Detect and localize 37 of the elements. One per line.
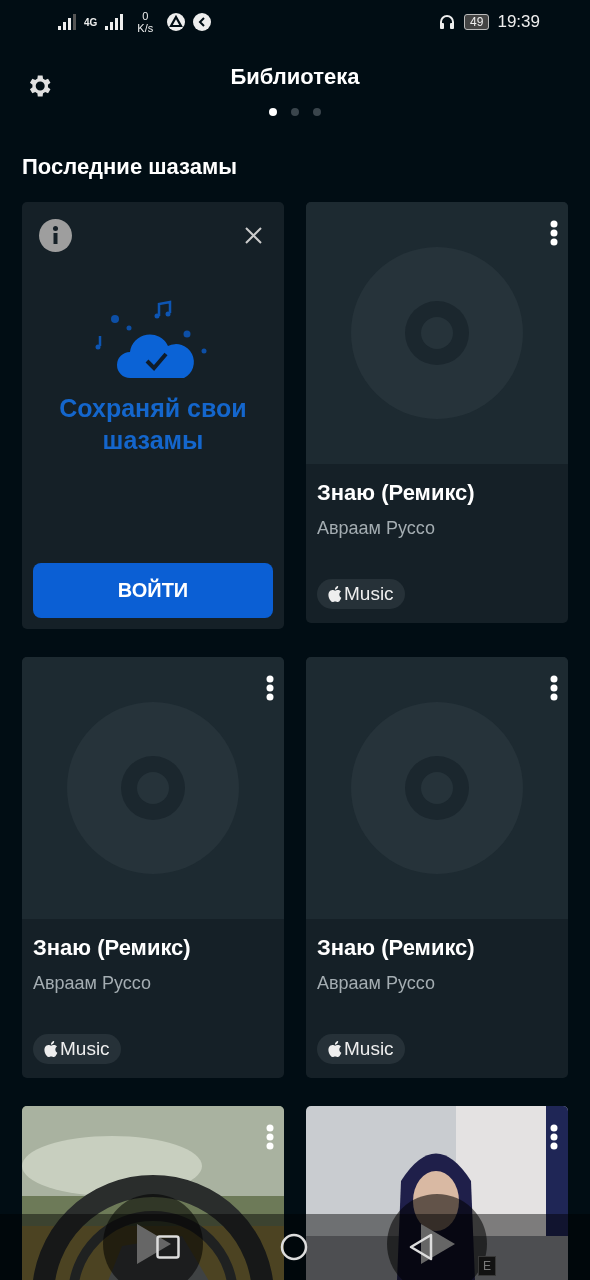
more-icon[interactable] bbox=[550, 220, 558, 246]
apple-icon bbox=[43, 1040, 58, 1058]
network-type: 4G bbox=[84, 16, 98, 28]
close-icon[interactable] bbox=[245, 227, 262, 244]
track-card[interactable]: Знаю (Ремикс) Авраам Руссо Music bbox=[306, 657, 568, 1078]
apple-music-badge[interactable]: Music bbox=[317, 1034, 405, 1064]
track-artist: Авраам Руссо bbox=[317, 518, 436, 539]
track-artist: Авраам Руссо bbox=[33, 973, 152, 994]
recents-icon[interactable] bbox=[156, 1235, 180, 1259]
speed-value: 0 bbox=[142, 10, 149, 22]
clock: 19:39 bbox=[497, 12, 540, 32]
back-icon[interactable] bbox=[408, 1233, 434, 1261]
signal-icon bbox=[58, 14, 76, 30]
track-title: Знаю (Ремикс) bbox=[33, 935, 192, 961]
track-artist: Авраам Руссо bbox=[317, 973, 436, 994]
apple-icon bbox=[327, 585, 342, 603]
triangle-app-icon bbox=[167, 13, 186, 31]
info-icon[interactable] bbox=[39, 219, 72, 252]
apple-icon bbox=[327, 1040, 342, 1058]
apple-music-badge[interactable]: Music bbox=[317, 579, 405, 609]
battery-icon: 49 bbox=[464, 14, 490, 30]
track-card[interactable]: Знаю (Ремикс) Авраам Руссо Music bbox=[306, 202, 568, 623]
signal-icon bbox=[105, 14, 124, 30]
more-icon[interactable] bbox=[266, 675, 274, 701]
login-button[interactable]: ВОЙТИ bbox=[33, 563, 273, 618]
more-icon[interactable] bbox=[550, 675, 558, 701]
home-icon[interactable] bbox=[280, 1233, 308, 1261]
speed-unit: K/s bbox=[137, 22, 154, 34]
section-title: Последние шазамы bbox=[21, 153, 239, 181]
track-card[interactable]: Знаю (Ремикс) Авраам Руссо Music bbox=[22, 657, 284, 1078]
apple-music-badge[interactable]: Music bbox=[33, 1034, 121, 1064]
more-icon[interactable] bbox=[550, 1124, 558, 1150]
page-title: Библиотека bbox=[230, 64, 360, 90]
track-title: Знаю (Ремикс) bbox=[317, 480, 476, 506]
promo-title: Сохраняй свои шазамы bbox=[58, 393, 248, 456]
headphones-icon bbox=[438, 13, 457, 31]
track-title: Знаю (Ремикс) bbox=[317, 935, 476, 961]
